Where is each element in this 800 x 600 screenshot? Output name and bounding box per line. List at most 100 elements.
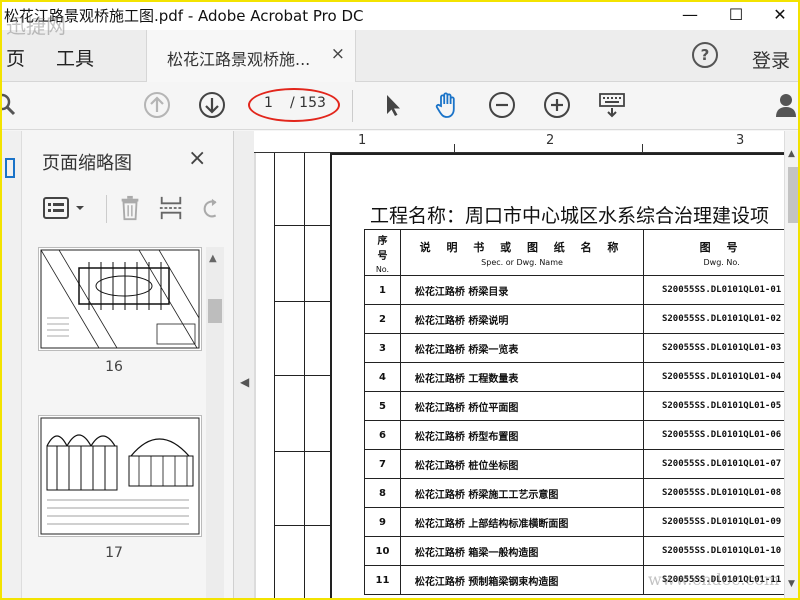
- login-button[interactable]: 登录: [752, 46, 790, 73]
- page-thumbnails-tab-icon[interactable]: [4, 157, 16, 179]
- thumbnail-drawing: [40, 417, 200, 535]
- help-button[interactable]: ?: [692, 42, 718, 68]
- row-number: 9: [364, 507, 401, 537]
- ruler-tick: [454, 144, 455, 152]
- row-title: 松花江路桥 桥位平面图: [399, 391, 645, 421]
- row-drawing-number: S20055SS.DL0101QL01-01: [643, 275, 800, 305]
- tab-tools[interactable]: 工具: [56, 44, 94, 71]
- pdf-page: 工程名称：周口市中心城区水系综合治理建设项 序号 No. 说 明 书 或 图 纸…: [256, 153, 800, 600]
- header-no: 序号 No.: [364, 229, 401, 276]
- row-number: 2: [364, 304, 401, 334]
- row-drawing-number: S20055SS.DL0101QL01-08: [643, 478, 800, 508]
- page-up-icon[interactable]: [142, 90, 172, 120]
- border-line: [274, 451, 330, 452]
- row-number: 8: [364, 478, 401, 508]
- scroll-up-icon[interactable]: ▲: [788, 149, 795, 159]
- tab-bar: 页 工具 松花江路景观桥施... × ? 登录: [0, 30, 800, 82]
- table-row: 4 松花江路桥 工程数量表 S20055SS.DL0101QL01-04: [364, 362, 800, 392]
- row-title: 松花江路桥 桥型布置图: [399, 420, 645, 450]
- keyboard-icon[interactable]: [597, 90, 627, 120]
- border-line: [274, 301, 330, 302]
- row-drawing-number: S20055SS.DL0101QL01-03: [643, 333, 800, 363]
- row-drawing-number: S20055SS.DL0101QL01-10: [643, 536, 800, 566]
- watermark-top: 迅捷网: [6, 14, 66, 38]
- table-row: 5 松花江路桥 桥位平面图 S20055SS.DL0101QL01-05: [364, 391, 800, 421]
- row-drawing-number: S20055SS.DL0101QL01-07: [643, 449, 800, 479]
- page-thumbnails-panel: 页面缩略图 × 16 17 ▲: [22, 131, 234, 600]
- border-line: [274, 375, 330, 376]
- tab-document[interactable]: 松花江路景观桥施... ×: [146, 30, 356, 82]
- row-title: 松花江路桥 工程数量表: [399, 362, 645, 392]
- thumbnail-page-number: 16: [105, 359, 123, 375]
- panel-toolbar-divider: [106, 195, 107, 223]
- row-drawing-number: S20055SS.DL0101QL01-02: [643, 304, 800, 334]
- scroll-down-icon[interactable]: ▼: [788, 579, 795, 589]
- drawing-ruler: 1 2 3: [254, 131, 800, 153]
- row-number: 6: [364, 420, 401, 450]
- tab-document-label: 松花江路景观桥施...: [167, 50, 311, 69]
- watermark-bottom: www.cndoc.com: [648, 570, 780, 589]
- table-header-row: 序号 No. 说 明 书 或 图 纸 名 称 Spec. or Dwg. Nam…: [364, 229, 800, 276]
- row-number: 11: [364, 565, 401, 595]
- highlight-ring: [248, 88, 340, 122]
- minimize-button[interactable]: —: [668, 0, 712, 30]
- page-down-icon[interactable]: [197, 90, 227, 120]
- row-number: 4: [364, 362, 401, 392]
- collapse-left-icon[interactable]: ◀: [240, 375, 249, 389]
- ruler-tick: [642, 144, 643, 152]
- panel-toolbar: [22, 187, 234, 231]
- row-drawing-number: S20055SS.DL0101QL01-09: [643, 507, 800, 537]
- row-title: 松花江路桥 桥梁目录: [399, 275, 645, 305]
- row-number: 5: [364, 391, 401, 421]
- border-line: [274, 153, 275, 600]
- search-icon[interactable]: [0, 90, 22, 120]
- row-title: 松花江路桥 桥梁施工工艺示意图: [399, 478, 645, 508]
- trash-icon[interactable]: [118, 195, 142, 221]
- table-row: 10 松花江路桥 箱梁一般构造图 S20055SS.DL0101QL01-10: [364, 536, 800, 566]
- tab-home[interactable]: 页: [6, 44, 25, 71]
- row-number: 3: [364, 333, 401, 363]
- zoom-in-icon[interactable]: [542, 90, 572, 120]
- row-drawing-number: S20055SS.DL0101QL01-05: [643, 391, 800, 421]
- row-title: 松花江路桥 箱梁一般构造图: [399, 536, 645, 566]
- scroll-up-icon[interactable]: ▲: [209, 253, 217, 264]
- rotate-icon[interactable]: [200, 195, 222, 221]
- close-window-button[interactable]: ✕: [758, 0, 800, 30]
- table-row: 8 松花江路桥 桥梁施工工艺示意图 S20055SS.DL0101QL01-08: [364, 478, 800, 508]
- panel-close-button[interactable]: ×: [188, 146, 206, 171]
- row-drawing-number: S20055SS.DL0101QL01-04: [643, 362, 800, 392]
- zoom-out-icon[interactable]: [487, 90, 517, 120]
- main-toolbar: 1 / 153: [0, 82, 800, 130]
- row-number: 7: [364, 449, 401, 479]
- scrollbar-thumb[interactable]: [208, 299, 222, 323]
- tab-close-button[interactable]: ×: [331, 44, 345, 64]
- row-title: 松花江路桥 预制箱梁钢束构造图: [399, 565, 645, 595]
- navigation-pane-strip: [0, 131, 22, 600]
- border-line: [274, 525, 330, 526]
- border-line: [330, 153, 800, 155]
- table-row: 3 松花江路桥 桥梁一览表 S20055SS.DL0101QL01-03: [364, 333, 800, 363]
- page-thumbnail-17[interactable]: [38, 415, 202, 537]
- maximize-button[interactable]: ☐: [714, 0, 758, 30]
- row-title: 松花江路桥 上部结构标准横断面图: [399, 507, 645, 537]
- ruler-label: 2: [546, 133, 555, 148]
- document-viewer[interactable]: 1 2 3 工程名称：周口市中心城区水系综合治理建设项 序号 No. 说 明 书…: [254, 131, 800, 600]
- row-title: 松花江路桥 桥梁说明: [399, 304, 645, 334]
- row-number: 10: [364, 536, 401, 566]
- page-thumbnail-16[interactable]: [38, 247, 202, 351]
- select-arrow-icon[interactable]: [378, 90, 408, 120]
- title-bar: 松花江路景观桥施工图.pdf - Adobe Acrobat Pro DC — …: [0, 0, 800, 30]
- scrollbar-thumb[interactable]: [788, 167, 798, 223]
- document-scrollbar[interactable]: ▲ ▼: [784, 131, 800, 600]
- options-menu-icon[interactable]: [42, 195, 92, 221]
- user-icon[interactable]: [774, 90, 800, 120]
- thumbnail-page-number: 17: [105, 545, 123, 561]
- header-name: 说 明 书 或 图 纸 名 称 Spec. or Dwg. Name: [399, 229, 645, 276]
- table-row: 1 松花江路桥 桥梁目录 S20055SS.DL0101QL01-01: [364, 275, 800, 305]
- hand-icon[interactable]: [431, 90, 461, 120]
- row-title: 松花江路桥 桩位坐标图: [399, 449, 645, 479]
- panel-collapse-bar[interactable]: ◀: [234, 131, 254, 600]
- thumbnail-scrollbar[interactable]: ▲: [206, 247, 224, 600]
- insert-page-icon[interactable]: [158, 195, 184, 221]
- thumbnail-list: 16 17: [32, 241, 228, 600]
